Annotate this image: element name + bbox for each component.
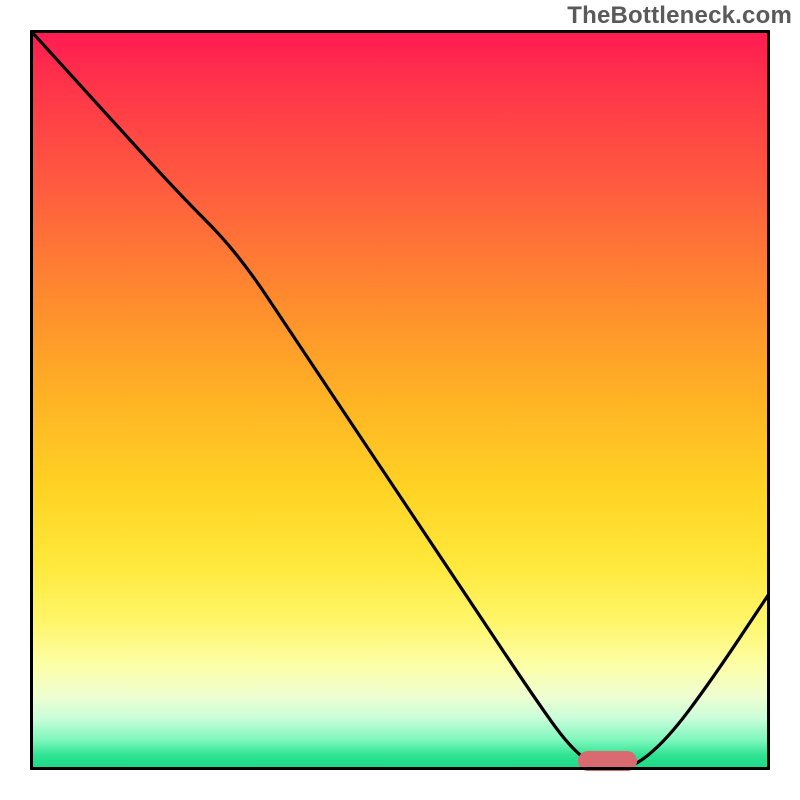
plot-area — [30, 30, 770, 770]
curve-overlay — [30, 30, 770, 770]
watermark-text: TheBottleneck.com — [567, 2, 792, 30]
optimal-range-marker — [578, 751, 637, 771]
bottleneck-curve — [30, 30, 770, 770]
chart-container: TheBottleneck.com — [0, 0, 800, 800]
